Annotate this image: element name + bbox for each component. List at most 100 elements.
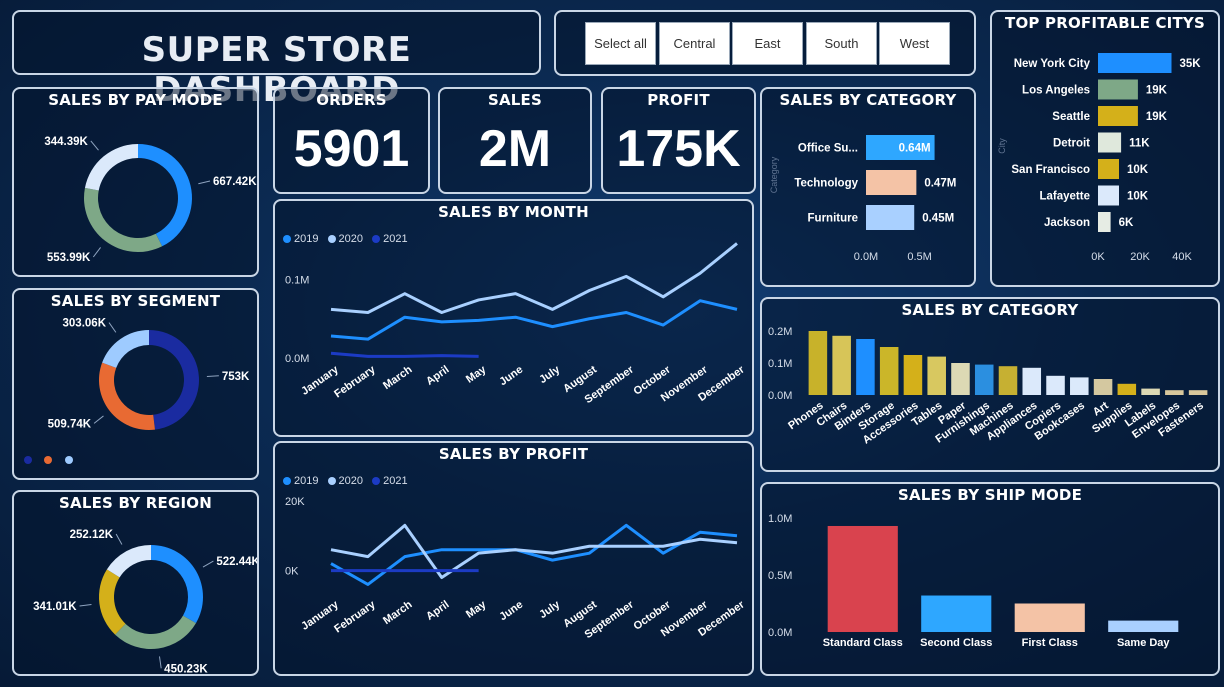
donut-slice xyxy=(138,144,193,247)
leader-line xyxy=(90,140,99,151)
segment-legend-item[interactable] xyxy=(64,452,76,466)
bar xyxy=(903,355,923,395)
bar-value-label: 0.45M xyxy=(922,213,954,225)
bar-value-label: 35K xyxy=(1180,58,1202,70)
leader-line xyxy=(79,603,92,607)
slice-value-label: 450.23K xyxy=(164,663,208,674)
y-tick-label: 0.0M xyxy=(285,353,309,365)
category-label: New York City xyxy=(1014,58,1091,70)
bar-value-label: 19K xyxy=(1146,111,1168,123)
x-tick-label: April xyxy=(424,599,451,623)
category-label: Lafayette xyxy=(1040,191,1091,203)
category-small-panel: SALES BY CATEGORY Office Su... 0.64M Techn… xyxy=(760,87,976,287)
ship-mode-panel: SALES BY SHIP MODE 0.0M 0.5M 1.0M Standard … xyxy=(760,482,1220,676)
category-label: Seattle xyxy=(1052,111,1090,123)
slice-value-label: 303.06K xyxy=(63,318,107,330)
category-small-title: SALES BY CATEGORY xyxy=(779,91,957,109)
segment-legend-item[interactable] xyxy=(44,452,55,466)
bar-value-label: 0.64M xyxy=(899,143,931,155)
pay-mode-panel: SALES BY PAY MODE 667.42K 553.99K 344.39K xyxy=(12,87,259,277)
x-tick-label: May xyxy=(464,363,489,386)
region-title: SALES BY REGION xyxy=(59,494,212,512)
subcategory-panel: SALES BY CATEGORY 0.0M 0.1M 0.2M Phones Chai… xyxy=(760,297,1220,472)
x-tick-label: July xyxy=(537,598,563,621)
x-tick-label: 20K xyxy=(1130,251,1150,263)
category-label: Office Su... xyxy=(798,143,858,155)
profit-card: PROFIT 175K xyxy=(601,87,756,194)
donut-slice xyxy=(99,362,155,430)
series-line-2019 xyxy=(330,523,738,586)
category-label: Furniture xyxy=(808,213,858,225)
leader-line xyxy=(108,322,117,333)
profit-line-chart: 0K20KJanuaryFebruary March April May June Jul… xyxy=(285,496,747,641)
segment-legend xyxy=(24,452,82,466)
y-tick-label: 0.5M xyxy=(768,570,792,582)
x-tick-label: February xyxy=(332,598,378,635)
bar xyxy=(1098,79,1138,100)
x-tick-label: June xyxy=(497,599,525,624)
top-cities-panel: TOP PROFITABLE CITYS New York City 35K Los… xyxy=(990,10,1220,287)
legend-swatch-icon xyxy=(24,455,32,464)
donut-slice xyxy=(149,330,199,430)
slicer-east-button[interactable]: East xyxy=(732,22,803,65)
category-label: Jackson xyxy=(1044,217,1090,229)
bar xyxy=(1098,159,1119,179)
x-tick-label: 40K xyxy=(1172,251,1192,263)
pay-mode-title: SALES BY PAY MODE xyxy=(48,91,223,109)
category-label: San Francisco xyxy=(1011,164,1090,176)
series-line-2019 xyxy=(330,299,738,341)
slice-value-label: 753K xyxy=(222,371,250,383)
region-slicer: Select all Central East South West xyxy=(554,10,976,76)
series-line-2021 xyxy=(330,351,479,358)
legend-swatch-icon xyxy=(44,455,53,464)
y-tick-label: 0.0M xyxy=(768,390,792,402)
segment-donut-chart: 753K 509.74K 303.06K xyxy=(48,318,250,431)
bar xyxy=(951,363,970,395)
slicer-west-button[interactable]: West xyxy=(879,22,950,65)
slicer-central-button[interactable]: Central xyxy=(659,22,730,65)
slice-value-label: 341.01K xyxy=(33,601,77,613)
bar xyxy=(974,364,994,395)
x-tick-label: March xyxy=(381,598,415,627)
donut-slice xyxy=(98,569,126,635)
segment-title: SALES BY SEGMENT xyxy=(50,292,221,310)
profit-value: 175K xyxy=(616,120,741,178)
leader-line xyxy=(198,180,211,185)
bar xyxy=(1108,620,1179,632)
y-axis-label: City xyxy=(997,138,1007,154)
category-label: Second Class xyxy=(920,637,992,649)
legend-swatch-icon xyxy=(64,455,73,464)
bar-value-label: 11K xyxy=(1129,138,1150,150)
slice-value-label: 252.12K xyxy=(70,529,114,541)
profit-label: PROFIT xyxy=(647,91,710,109)
leader-line xyxy=(202,560,214,568)
category-label: Los Angeles xyxy=(1022,85,1090,97)
y-tick-label: 0.2M xyxy=(768,326,792,338)
bar xyxy=(1046,375,1065,395)
y-tick-label: 0.0M xyxy=(768,627,792,639)
orders-card: ORDERS 5901 xyxy=(273,87,430,194)
category-label: Standard Class xyxy=(823,637,903,649)
bar xyxy=(1098,132,1122,153)
y-tick-label: 0.1M xyxy=(768,358,792,370)
bar xyxy=(1093,379,1113,395)
bar xyxy=(1098,212,1111,232)
bar xyxy=(866,170,917,195)
y-tick-label: 0.1M xyxy=(285,275,309,287)
x-tick-label: June xyxy=(497,364,525,389)
leader-line xyxy=(93,415,104,424)
profit-panel: SALES BY PROFIT 2019 2020 2021 0K 20K Janu… xyxy=(273,441,754,676)
slicer-select-all-button[interactable]: Select all xyxy=(585,22,656,65)
segment-legend-item[interactable] xyxy=(24,452,35,466)
orders-value: 5901 xyxy=(293,120,410,178)
x-tick-label: July xyxy=(537,363,563,386)
orders-label: ORDERS xyxy=(316,91,387,109)
bar xyxy=(1098,106,1138,126)
x-tick-label: 0K xyxy=(1091,251,1105,263)
bar-value-label: 10K xyxy=(1127,164,1149,176)
x-tick-label: 0.0M xyxy=(854,251,878,263)
bar xyxy=(927,356,946,395)
leader-line xyxy=(92,247,101,258)
slicer-south-button[interactable]: South xyxy=(806,22,877,65)
category-label: Technology xyxy=(794,178,858,190)
